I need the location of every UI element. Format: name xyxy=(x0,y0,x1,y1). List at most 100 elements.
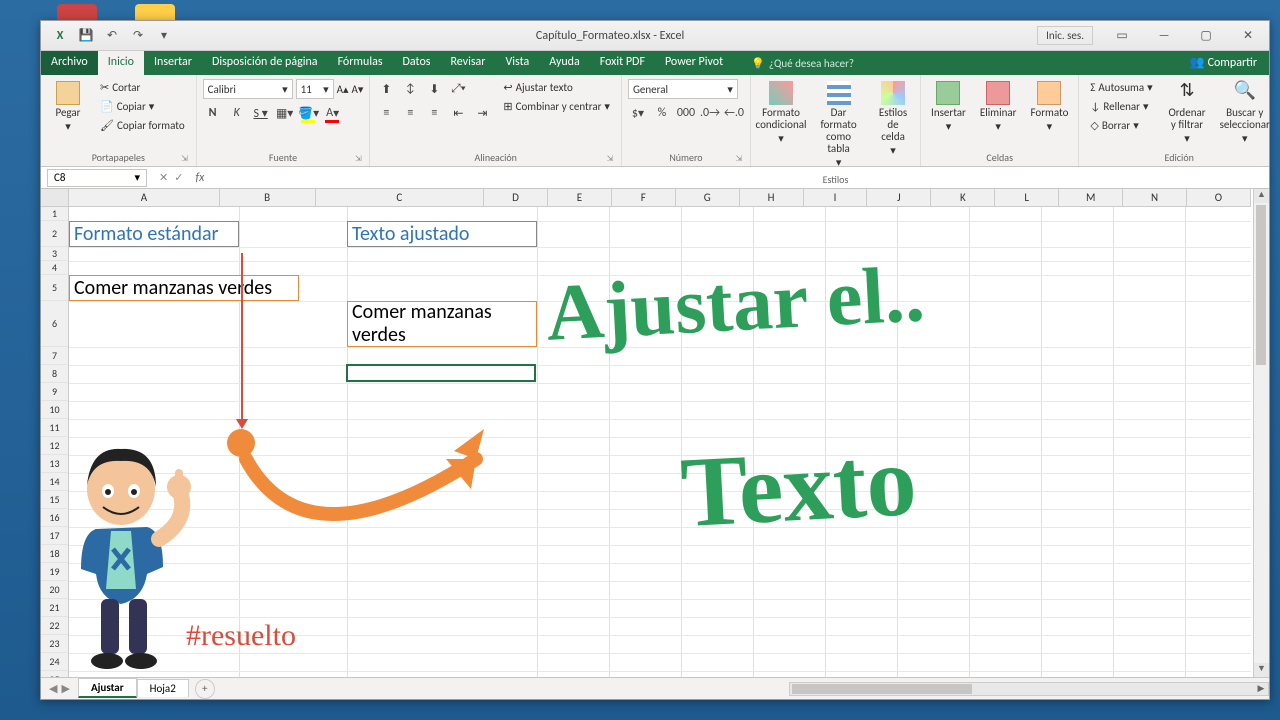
row-header-13[interactable]: 13 xyxy=(41,455,68,473)
undo-button[interactable]: ↶ xyxy=(103,27,121,45)
tab-disposicion[interactable]: Disposición de página xyxy=(202,51,328,75)
tab-archivo[interactable]: Archivo xyxy=(41,51,98,75)
redo-button[interactable]: ↷ xyxy=(129,27,147,45)
row-header-7[interactable]: 7 xyxy=(41,347,68,365)
format-cells-button[interactable]: Formato▾ xyxy=(1027,79,1073,135)
cut-button[interactable]: ✂Cortar xyxy=(95,79,190,96)
row-header-2[interactable]: 2 xyxy=(41,221,68,247)
cell-styles-button[interactable]: Estilos de celda▾ xyxy=(872,79,914,159)
delete-cells-button[interactable]: Eliminar▾ xyxy=(976,79,1021,135)
clipboard-launcher[interactable]: ⇲ xyxy=(180,154,190,164)
column-header-L[interactable]: L xyxy=(995,189,1059,206)
find-select-button[interactable]: 🔍Buscar y seleccionar▾ xyxy=(1216,79,1273,147)
row-header-15[interactable]: 15 xyxy=(41,491,68,509)
scroll-up-icon[interactable]: ▲ xyxy=(1254,189,1269,203)
column-header-B[interactable]: B xyxy=(220,189,316,206)
tab-datos[interactable]: Datos xyxy=(393,51,441,75)
minimize-button[interactable]: — xyxy=(1143,21,1185,51)
row-header-12[interactable]: 12 xyxy=(41,437,68,455)
tab-foxit[interactable]: Foxit PDF xyxy=(590,51,655,75)
conditional-format-button[interactable]: Formato condicional▾ xyxy=(757,79,805,147)
row-header-17[interactable]: 17 xyxy=(41,527,68,545)
font-size-select[interactable]: 11▾ xyxy=(296,79,334,99)
column-headers[interactable]: ABCDEFGHIJKLMNO xyxy=(69,189,1251,207)
fill-button[interactable]: ↓Rellenar ▾ xyxy=(1085,98,1157,115)
save-button[interactable]: 💾 xyxy=(77,27,95,45)
clear-button[interactable]: ◇Borrar ▾ xyxy=(1085,117,1157,134)
row-header-8[interactable]: 8 xyxy=(41,365,68,383)
align-center-button[interactable]: ≡ xyxy=(400,103,420,123)
tab-ayuda[interactable]: Ayuda xyxy=(539,51,590,75)
cell-A5[interactable]: Comer manzanas verdes xyxy=(69,275,299,301)
column-header-J[interactable]: J xyxy=(867,189,931,206)
sign-in-button[interactable]: Inic. ses. xyxy=(1037,26,1093,45)
row-header-9[interactable]: 9 xyxy=(41,383,68,401)
autosum-button[interactable]: ΣAutosuma ▾ xyxy=(1085,79,1157,96)
cell-C6[interactable]: Comer manzanas verdes xyxy=(347,301,537,347)
bold-button[interactable]: N xyxy=(203,103,223,123)
row-header-4[interactable]: 4 xyxy=(41,261,68,275)
orientation-button[interactable]: ⤢▾ xyxy=(448,79,468,99)
fx-icon[interactable]: fx xyxy=(189,171,210,185)
alignment-launcher[interactable]: ⇲ xyxy=(605,154,615,164)
tab-vista[interactable]: Vista xyxy=(495,51,539,75)
name-box[interactable]: C8▾ xyxy=(47,169,147,187)
italic-button[interactable]: K xyxy=(227,103,247,123)
borders-button[interactable]: ▦▾ xyxy=(275,103,295,123)
column-header-O[interactable]: O xyxy=(1187,189,1251,206)
maximize-button[interactable]: ▢ xyxy=(1185,21,1227,51)
align-middle-button[interactable]: ↕ xyxy=(400,79,420,99)
vscroll-thumb[interactable] xyxy=(1256,205,1266,365)
accept-formula-button[interactable]: ✓ xyxy=(174,171,183,184)
tab-revisar[interactable]: Revisar xyxy=(440,51,495,75)
row-header-24[interactable]: 24 xyxy=(41,653,68,671)
sheet-tab-hoja2[interactable]: Hoja2 xyxy=(137,679,189,697)
row-header-5[interactable]: 5 xyxy=(41,275,68,301)
underline-button[interactable]: S ▾ xyxy=(251,103,271,123)
sheet-tab-ajustar[interactable]: Ajustar xyxy=(78,678,137,698)
percent-button[interactable]: % xyxy=(652,103,672,123)
format-painter-button[interactable]: 🖌Copiar formato xyxy=(95,117,190,134)
column-header-E[interactable]: E xyxy=(548,189,612,206)
decrease-indent-button[interactable]: ⇤ xyxy=(448,103,468,123)
row-header-16[interactable]: 16 xyxy=(41,509,68,527)
copy-button[interactable]: 📄Copiar ▾ xyxy=(95,98,190,115)
column-header-H[interactable]: H xyxy=(740,189,804,206)
fill-color-button[interactable]: 🪣▾ xyxy=(299,103,319,123)
qat-dropdown[interactable]: ▾ xyxy=(155,27,173,45)
column-header-D[interactable]: D xyxy=(484,189,548,206)
column-header-K[interactable]: K xyxy=(931,189,995,206)
font-launcher[interactable]: ⇲ xyxy=(353,154,363,164)
increase-indent-button[interactable]: ⇥ xyxy=(472,103,492,123)
font-color-button[interactable]: A▾ xyxy=(323,103,343,123)
select-all-corner[interactable] xyxy=(41,189,69,207)
row-header-23[interactable]: 23 xyxy=(41,635,68,653)
row-header-18[interactable]: 18 xyxy=(41,545,68,563)
number-format-select[interactable]: General▾ xyxy=(628,79,738,99)
cancel-formula-button[interactable]: ✕ xyxy=(159,171,168,184)
insert-cells-button[interactable]: Insertar▾ xyxy=(927,79,970,135)
tab-inicio[interactable]: Inicio xyxy=(98,51,144,75)
row-header-20[interactable]: 20 xyxy=(41,581,68,599)
tab-powerpivot[interactable]: Power Pivot xyxy=(655,51,733,75)
number-launcher[interactable]: ⇲ xyxy=(734,154,744,164)
row-headers[interactable]: 1234567891011121314151617181920212223242… xyxy=(41,207,69,677)
sheet-nav-next[interactable]: ▶ xyxy=(61,682,69,695)
sort-filter-button[interactable]: ⇅Ordenar y filtrar▾ xyxy=(1164,79,1211,147)
hscroll-thumb[interactable] xyxy=(792,684,972,694)
row-header-6[interactable]: 6 xyxy=(41,301,68,347)
row-header-3[interactable]: 3 xyxy=(41,247,68,261)
share-button[interactable]: 👥 Compartir xyxy=(1178,51,1269,75)
increase-font-button[interactable]: A▴ xyxy=(337,83,349,96)
column-header-I[interactable]: I xyxy=(804,189,868,206)
row-header-11[interactable]: 11 xyxy=(41,419,68,437)
scroll-right-icon[interactable]: ▶ xyxy=(1254,683,1268,695)
cell-A2[interactable]: Formato estándar xyxy=(69,221,239,247)
align-bottom-button[interactable]: ⬇ xyxy=(424,79,444,99)
column-header-A[interactable]: A xyxy=(69,189,220,206)
decrease-font-button[interactable]: A▾ xyxy=(352,83,364,96)
sheet-nav-prev[interactable]: ◀ xyxy=(49,682,57,695)
currency-button[interactable]: $▾ xyxy=(628,103,648,123)
tell-me-search[interactable]: 💡 ¿Qué desea hacer? xyxy=(743,51,862,75)
align-top-button[interactable]: ⬆ xyxy=(376,79,396,99)
